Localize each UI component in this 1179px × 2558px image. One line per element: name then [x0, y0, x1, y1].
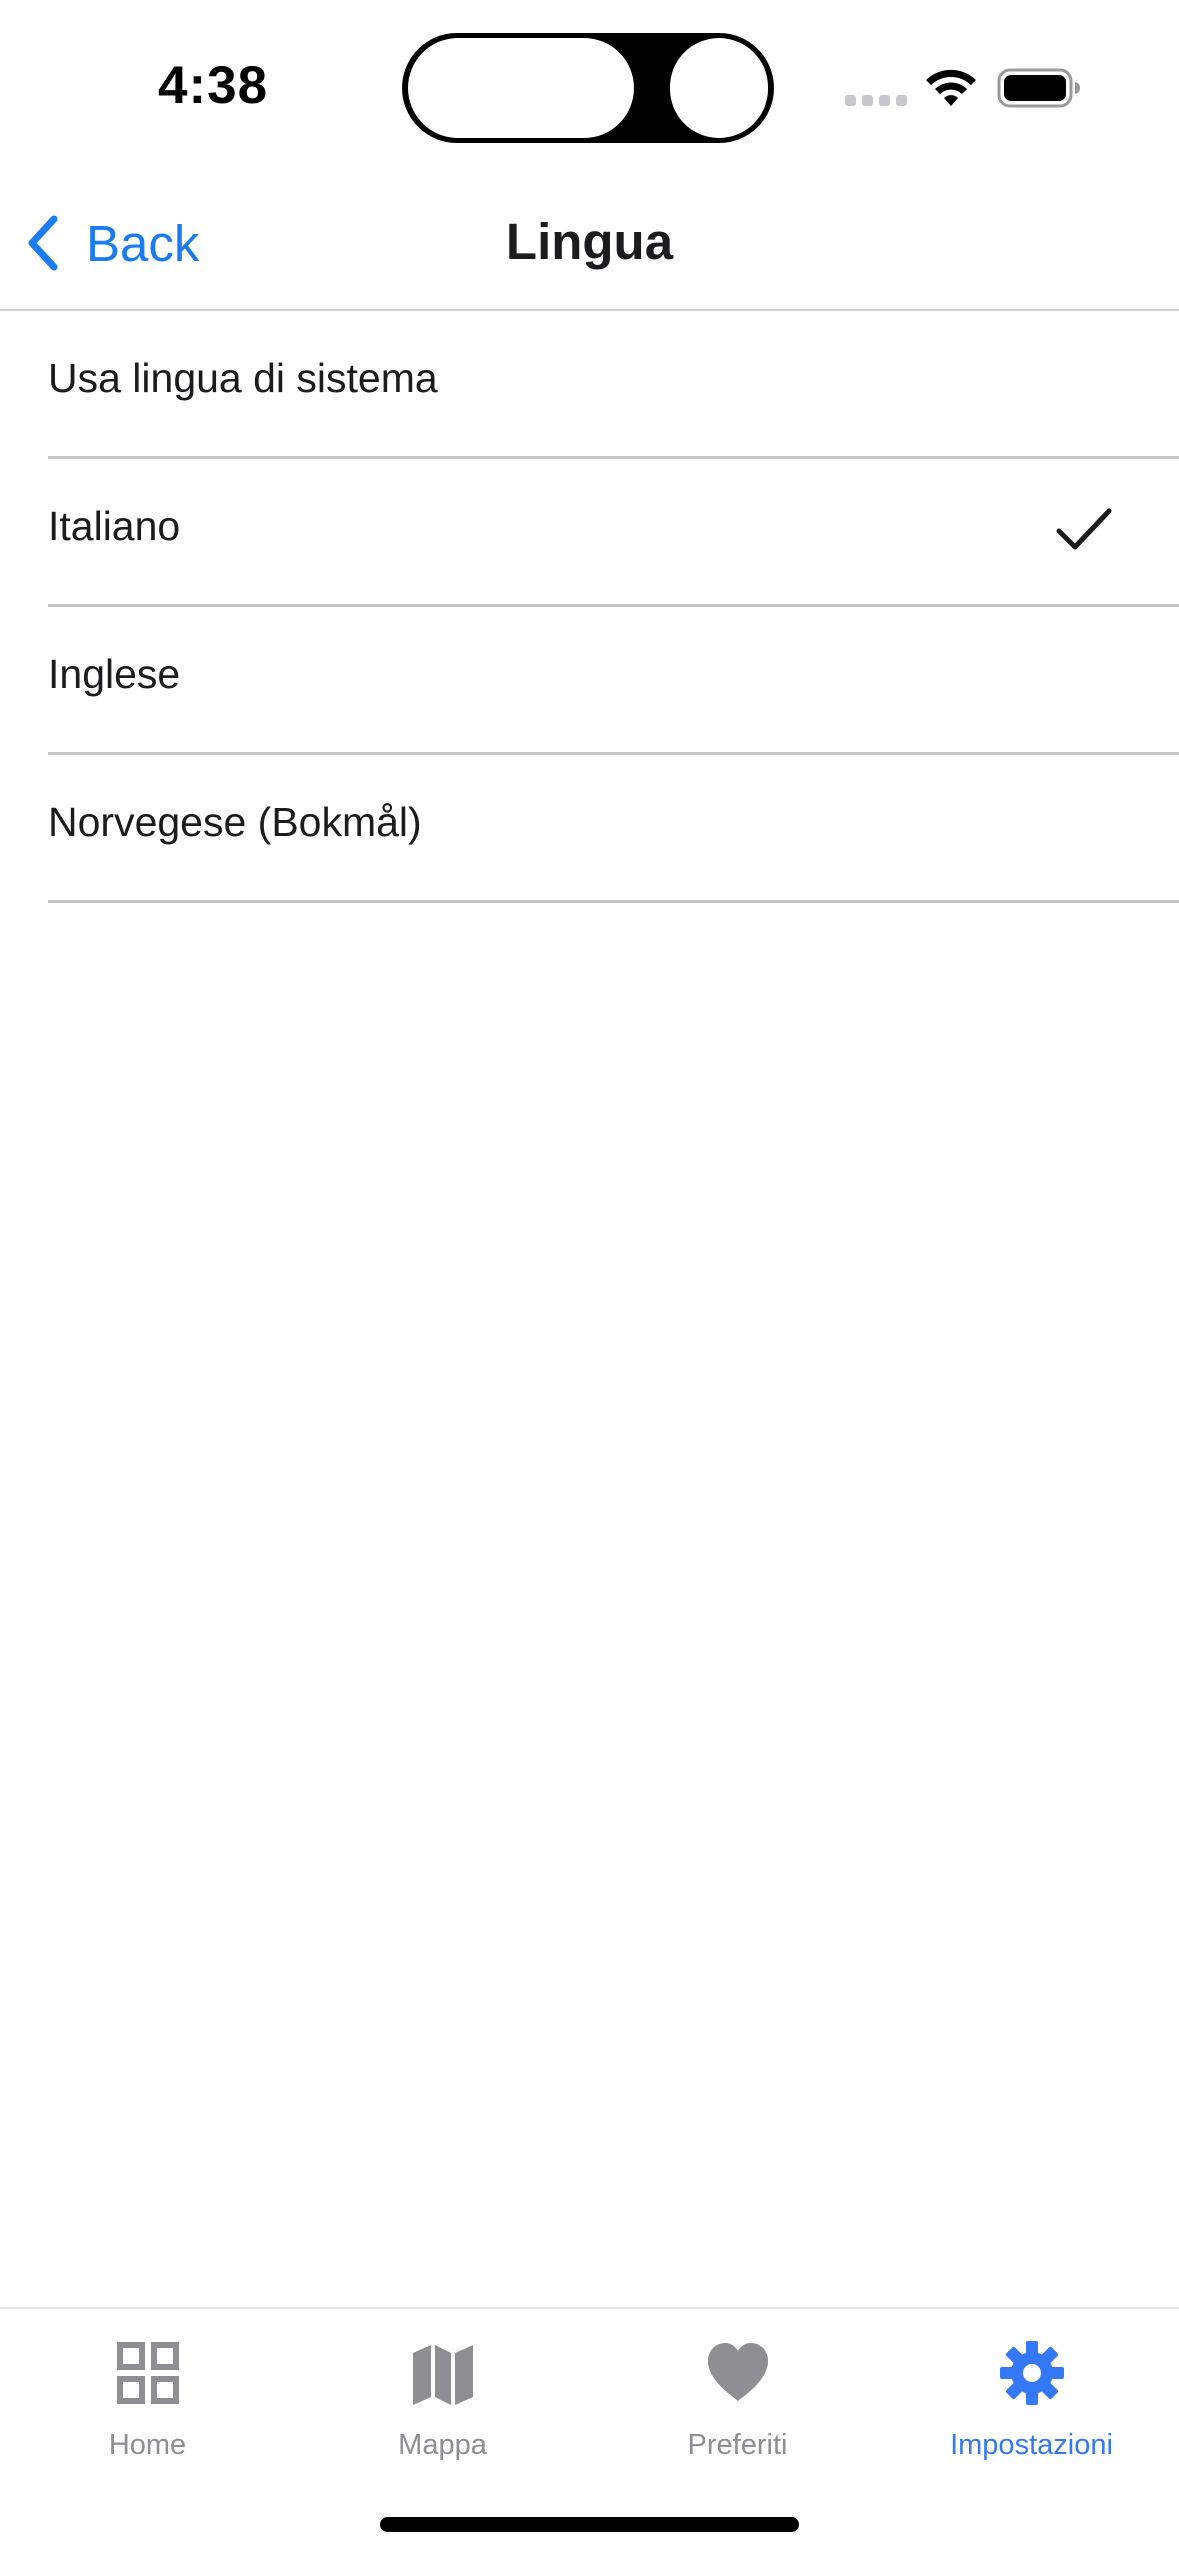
home-indicator	[380, 2517, 799, 2532]
navigation-bar: Back Lingua	[0, 170, 1179, 311]
tab-label: Mappa	[398, 2429, 487, 2461]
tab-label: Preferiti	[687, 2429, 788, 2461]
language-option-system[interactable]: Usa lingua di sistema	[48, 311, 1179, 459]
dynamic-island	[402, 33, 774, 143]
language-option-label: Norvegese (Bokmål)	[48, 799, 422, 845]
tab-preferiti[interactable]: Preferiti	[590, 2329, 885, 2479]
tab-mappa[interactable]: Mappa	[295, 2329, 590, 2479]
language-option-label: Inglese	[48, 651, 181, 697]
status-bar: 4:38	[0, 0, 1179, 170]
language-option-inglese[interactable]: Inglese	[48, 607, 1179, 755]
tab-impostazioni[interactable]: Impostazioni	[884, 2329, 1179, 2479]
grid-icon	[116, 2342, 179, 2404]
language-option-norvegese[interactable]: Norvegese (Bokmål)	[48, 755, 1179, 903]
language-list: Usa lingua di sistema Italiano Inglese N…	[0, 311, 1179, 903]
tab-home[interactable]: Home	[0, 2329, 295, 2479]
gear-icon	[999, 2341, 1064, 2405]
language-option-italiano[interactable]: Italiano	[48, 459, 1179, 607]
language-option-label: Usa lingua di sistema	[48, 355, 438, 401]
checkmark-icon	[1056, 508, 1112, 550]
heart-icon	[707, 2343, 768, 2401]
tab-label: Home	[108, 2429, 187, 2461]
wifi-icon	[926, 69, 976, 106]
map-icon	[412, 2345, 473, 2405]
status-time: 4:38	[158, 56, 269, 115]
cellular-signal-icon	[845, 95, 907, 106]
tab-label: Impostazioni	[950, 2429, 1113, 2461]
language-option-label: Italiano	[48, 503, 181, 549]
battery-icon	[997, 68, 1080, 108]
island-left-pill	[408, 38, 634, 138]
island-right-pill	[670, 38, 768, 138]
page-title: Lingua	[505, 213, 674, 270]
